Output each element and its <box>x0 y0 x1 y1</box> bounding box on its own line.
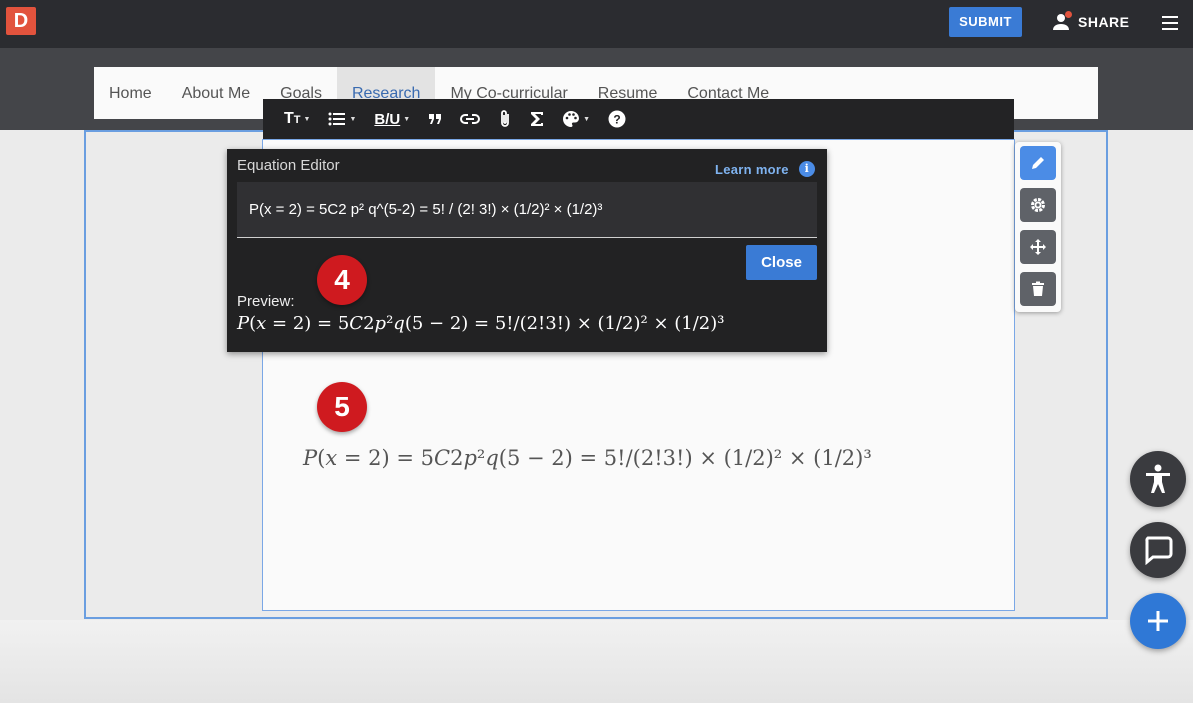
equation-editor-panel: Equation Editor Learn more i P(x = 2) = … <box>227 149 827 352</box>
pencil-icon <box>1032 157 1044 169</box>
nav-item-about-me[interactable]: About Me <box>167 67 265 119</box>
learn-more-label: Learn more <box>715 161 789 177</box>
accessibility-icon <box>1146 464 1170 493</box>
hamburger-menu-icon[interactable] <box>1160 14 1180 32</box>
equation-preview: P(x = 2) = 5C2p²q(5 − 2) = 5!/(2!3!) × (… <box>237 313 725 334</box>
preview-label: Preview: <box>237 293 295 310</box>
share-label: SHARE <box>1078 14 1130 30</box>
palette-icon <box>563 111 580 127</box>
help-button[interactable]: ? <box>599 99 635 139</box>
submit-button[interactable]: SUBMIT <box>949 7 1022 37</box>
link-icon <box>460 114 481 124</box>
quote-icon <box>429 114 442 124</box>
equation-button[interactable] <box>521 99 553 139</box>
nav-item-home[interactable]: Home <box>94 67 167 119</box>
close-button[interactable]: Close <box>746 245 817 280</box>
delete-button[interactable] <box>1020 272 1056 306</box>
quote-button[interactable] <box>419 99 451 139</box>
link-button[interactable] <box>451 99 489 139</box>
attachment-button[interactable] <box>489 99 521 139</box>
chevron-down-icon: ▼ <box>303 115 311 123</box>
notification-dot <box>1065 11 1072 18</box>
trash-icon <box>1032 281 1044 296</box>
chevron-down-icon: ▼ <box>349 115 357 123</box>
learn-more-link[interactable]: Learn more i <box>715 161 815 177</box>
settings-button[interactable] <box>1020 188 1056 222</box>
equation-editor-title: Equation Editor <box>237 157 340 174</box>
chevron-down-icon: ▼ <box>403 115 411 123</box>
add-button[interactable] <box>1130 593 1186 649</box>
chat-button[interactable] <box>1130 522 1186 578</box>
formatting-toolbar: TT ▼ ▼ B/U ▼ ▼ ? <box>263 99 1014 139</box>
rendered-equation[interactable]: P(x = 2) = 5C2p²q(5 − 2) = 5!/(2!3!) × (… <box>303 446 872 470</box>
gear-icon <box>1031 198 1045 212</box>
share-button[interactable]: SHARE <box>1052 9 1130 35</box>
svg-text:?: ? <box>613 113 620 127</box>
move-icon <box>1030 239 1046 255</box>
bold-italic-underline-button[interactable]: B/U ▼ <box>365 99 419 139</box>
block-controls <box>1015 142 1061 312</box>
app-logo[interactable]: D <box>6 7 36 35</box>
chevron-down-icon: ▼ <box>583 115 591 123</box>
text-size-icon: TT <box>284 110 301 127</box>
color-button[interactable]: ▼ <box>553 99 599 139</box>
bold-italic-underline-icon: B/U <box>374 110 401 128</box>
plus-icon <box>1148 611 1168 631</box>
step-marker-4: 4 <box>317 255 367 305</box>
edit-button[interactable] <box>1020 146 1056 180</box>
accessibility-button[interactable] <box>1130 451 1186 507</box>
list-icon <box>328 112 346 126</box>
list-button[interactable]: ▼ <box>319 99 365 139</box>
sigma-icon <box>531 112 544 126</box>
step-marker-5: 5 <box>317 382 367 432</box>
chat-icon <box>1145 536 1173 565</box>
attachment-icon <box>501 110 510 127</box>
equation-input[interactable]: P(x = 2) = 5C2 p² q^(5-2) = 5! / (2! 3!)… <box>237 182 817 238</box>
info-icon: i <box>798 161 815 177</box>
page-footer-area <box>0 620 1193 703</box>
text-size-button[interactable]: TT ▼ <box>275 99 319 139</box>
move-button[interactable] <box>1020 230 1056 264</box>
top-bar: D SUBMIT SHARE <box>0 0 1193 48</box>
help-icon: ? <box>608 110 626 128</box>
